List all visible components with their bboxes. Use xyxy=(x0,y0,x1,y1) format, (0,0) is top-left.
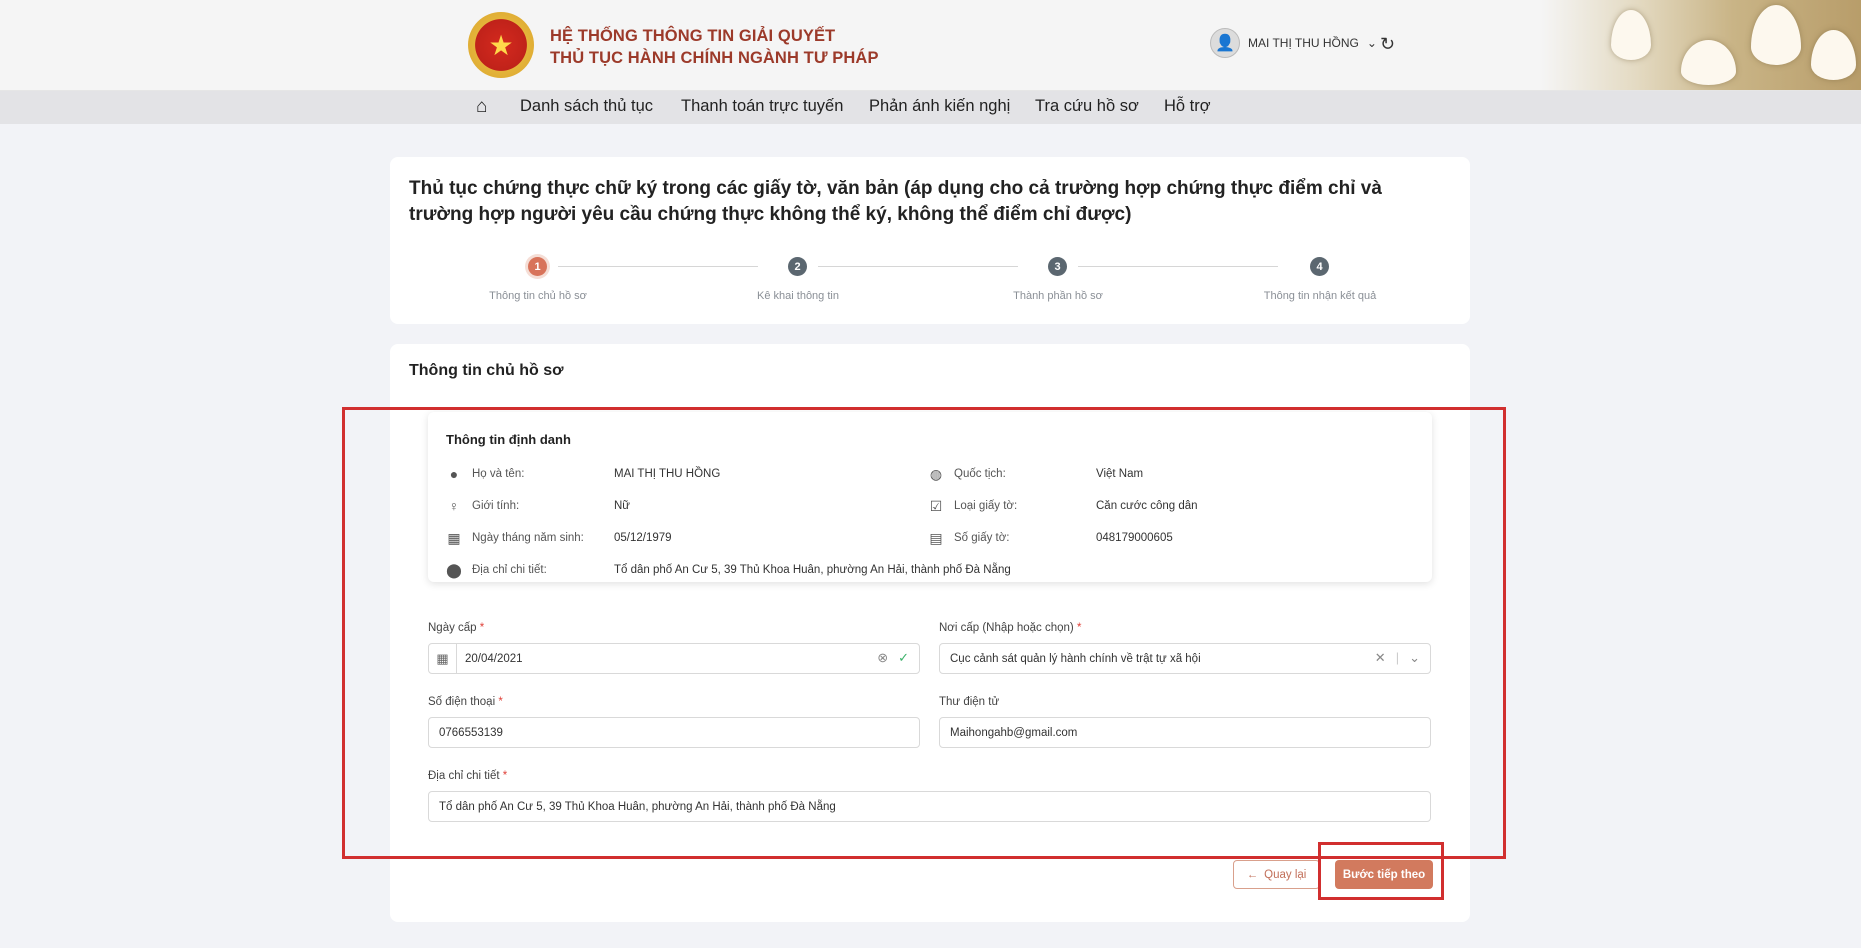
nav-item-lookup[interactable]: Tra cứu hồ sơ xyxy=(1035,97,1139,116)
highlight-box-next-button xyxy=(1318,842,1444,900)
stepper: 1 2 3 4 Thông tin chủ hồ sơ Kê khai thôn… xyxy=(390,257,1470,317)
step-1-label: Thông tin chủ hồ sơ xyxy=(489,290,587,302)
step-4[interactable]: 4 xyxy=(1310,257,1329,276)
step-4-label: Thông tin nhận kết quả xyxy=(1263,290,1377,302)
step-1[interactable]: 1 xyxy=(528,257,547,276)
procedure-title: Thủ tục chứng thực chữ ký trong các giấy… xyxy=(409,178,1382,225)
arrow-left-icon: ← xyxy=(1246,868,1259,881)
step-3[interactable]: 3 xyxy=(1048,257,1067,276)
nav-item-support[interactable]: Hỗ trợ xyxy=(1164,97,1211,116)
nav-item-online-payment[interactable]: Thanh toán trực tuyến xyxy=(681,97,843,116)
step-2-label: Kê khai thông tin xyxy=(757,290,839,302)
home-icon[interactable]: ⌂ xyxy=(476,96,487,118)
national-emblem-icon[interactable]: ★ xyxy=(468,12,534,78)
step-3-label: Thành phần hồ sơ xyxy=(1013,290,1103,302)
step-2[interactable]: 2 xyxy=(788,257,807,276)
nav-item-feedback[interactable]: Phản ánh kiến nghị xyxy=(869,97,1010,116)
system-title-line1: HỆ THỐNG THÔNG TIN GIẢI QUYẾT xyxy=(550,27,836,45)
back-button[interactable]: ← Quay lại xyxy=(1233,860,1320,889)
system-title-line2: THỦ TỤC HÀNH CHÍNH NGÀNH TƯ PHÁP xyxy=(550,49,879,67)
main-nav: ⌂ Danh sách thủ tục Thanh toán trực tuyế… xyxy=(0,91,1861,124)
system-title[interactable]: HỆ THỐNG THÔNG TIN GIẢI QUYẾT THỦ TỤC HÀ… xyxy=(550,25,879,69)
refresh-icon[interactable]: ↻ xyxy=(1380,34,1395,55)
user-name: MAI THỊ THU HỒNG xyxy=(1248,36,1359,50)
highlight-box-form xyxy=(342,407,1506,859)
nav-item-procedures[interactable]: Danh sách thủ tục xyxy=(520,97,653,116)
lotus-decoration xyxy=(1541,0,1861,90)
chevron-down-icon: ⌄ xyxy=(1366,36,1377,50)
section-title: Thông tin chủ hồ sơ xyxy=(409,362,564,379)
procedure-card: Thủ tục chứng thực chữ ký trong các giấy… xyxy=(390,157,1470,324)
avatar: 👤 xyxy=(1210,28,1240,58)
user-menu[interactable]: 👤 MAI THỊ THU HỒNG ⌄ xyxy=(1210,28,1377,58)
header: ★ HỆ THỐNG THÔNG TIN GIẢI QUYẾT THỦ TỤC … xyxy=(0,0,1861,91)
